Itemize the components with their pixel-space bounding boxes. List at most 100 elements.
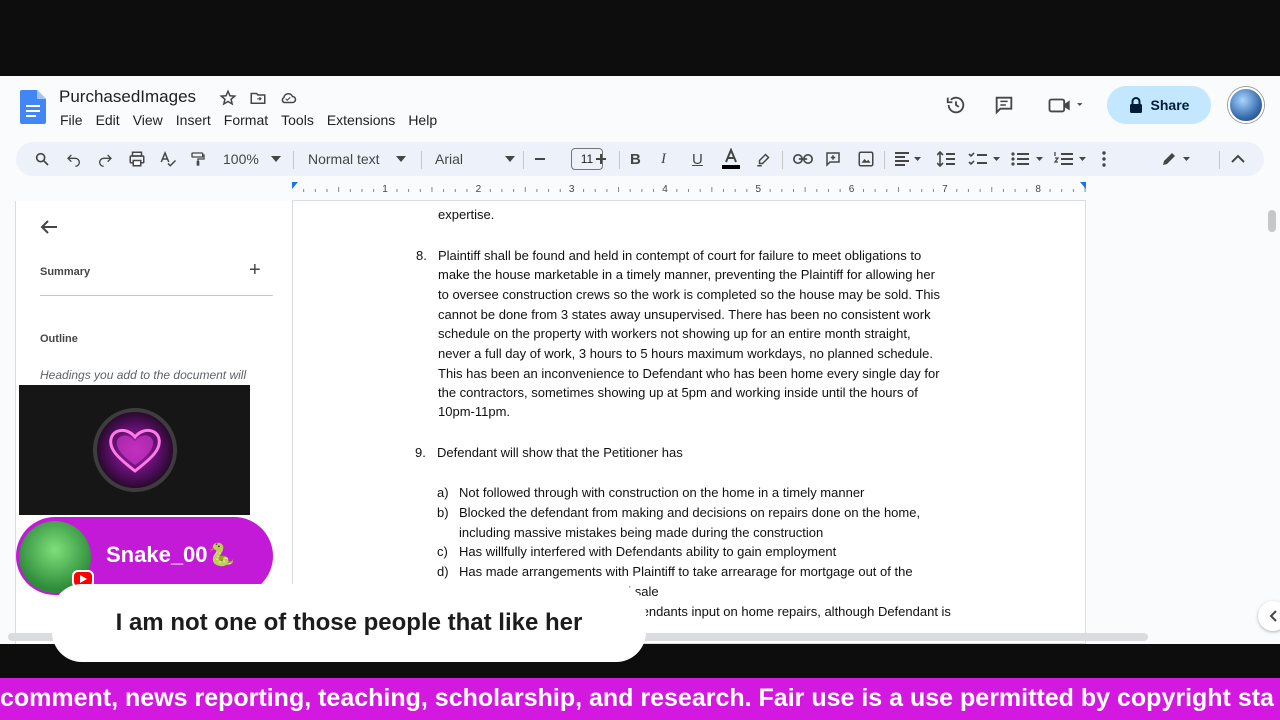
chevron-down-icon [395, 156, 406, 162]
text-line: Blocked the defendant from making and de… [459, 505, 921, 520]
chevron-down-icon [505, 156, 516, 162]
font-select[interactable]: Arial [435, 142, 516, 176]
align-icon[interactable] [894, 142, 922, 176]
cloud-saved-icon[interactable] [278, 88, 298, 108]
ticker-text: comment, news reporting, teaching, schol… [0, 684, 1274, 712]
list-number: 9. [415, 445, 426, 460]
toolbar-divider [1219, 151, 1220, 169]
font-value: Arial [435, 151, 464, 167]
redo-icon[interactable] [97, 142, 113, 176]
search-menus-icon[interactable] [34, 142, 50, 176]
more-options-icon[interactable] [1102, 142, 1106, 176]
text-line: Not followed through with construction o… [459, 485, 865, 500]
decrease-font-size-icon[interactable] [534, 142, 546, 176]
chevron-down-icon [270, 156, 281, 162]
increase-font-size-icon[interactable] [595, 142, 607, 176]
menu-file[interactable]: File [60, 112, 83, 128]
chat-username: Snake_00🐍 [106, 542, 235, 567]
text-line: Defendant will show that the Petitioner … [437, 445, 683, 460]
docs-logo-icon[interactable] [20, 90, 46, 124]
text-line: This has been an inconvenience to Defend… [438, 366, 940, 381]
ruler-number: 1 [382, 184, 388, 195]
move-folder-icon[interactable] [248, 88, 268, 108]
menu-bar: File Edit View Insert Format Tools Exten… [60, 112, 450, 128]
editing-mode-icon[interactable] [1161, 142, 1191, 176]
menu-view[interactable]: View [133, 112, 163, 128]
text-line: fendants input on home repairs, although… [638, 604, 951, 619]
toolbar-divider [619, 151, 620, 169]
outline-hint: Headings you add to the document will [40, 368, 247, 382]
italic-icon[interactable]: I [661, 142, 666, 176]
toolbar-divider [782, 151, 783, 169]
love-heart-logo [93, 408, 177, 492]
side-panel-toggle[interactable] [1258, 601, 1280, 631]
text-line: schedule on the property with workers no… [438, 326, 911, 341]
menu-format[interactable]: Format [224, 112, 268, 128]
line-spacing-icon[interactable] [937, 142, 955, 176]
heart-icon [109, 429, 161, 473]
text-line: Has made arrangements with Plaintiff to … [459, 564, 913, 579]
undo-icon[interactable] [66, 142, 82, 176]
share-label: Share [1150, 97, 1190, 113]
comments-icon[interactable] [992, 93, 1016, 117]
ruler-number: 6 [848, 184, 855, 195]
version-history-icon[interactable] [944, 93, 968, 117]
add-summary-icon[interactable]: + [249, 259, 261, 282]
chat-message-bubble: I am not one of those people that like h… [52, 584, 646, 662]
menu-edit[interactable]: Edit [96, 112, 120, 128]
bold-icon[interactable]: B [630, 142, 641, 176]
summary-heading: Summary [40, 266, 91, 278]
horizontal-ruler[interactable]: 1 2 3 4 5 6 7 8 [286, 182, 1092, 200]
text-line: cannot be done from 3 states away unsupe… [438, 307, 931, 322]
zoom-select[interactable]: 100% [223, 142, 281, 176]
left-indent-marker [286, 182, 298, 189]
share-button[interactable]: Share [1107, 86, 1211, 124]
meet-video-icon[interactable] [1044, 93, 1088, 117]
collapse-menus-icon[interactable] [1231, 142, 1245, 176]
highlight-color-icon[interactable] [755, 142, 773, 176]
style-value: Normal text [308, 151, 380, 167]
ruler-ticks [286, 182, 1092, 192]
menu-insert[interactable]: Insert [176, 112, 211, 128]
list-letter: c) [437, 544, 448, 559]
toolbar-divider [421, 151, 422, 169]
menu-extensions[interactable]: Extensions [327, 112, 395, 128]
toolbar-divider [884, 151, 885, 169]
list-letter: d) [437, 564, 449, 579]
paragraph-style-select[interactable]: Normal text [308, 142, 406, 176]
insert-link-icon[interactable] [793, 142, 813, 176]
paint-format-icon[interactable] [190, 142, 206, 176]
bulleted-list-icon[interactable] [1011, 142, 1043, 176]
toolbar-divider [523, 151, 524, 169]
account-avatar[interactable] [1228, 87, 1264, 123]
divider [40, 295, 273, 296]
black-top-bar [0, 0, 1280, 76]
add-comment-icon[interactable] [824, 142, 842, 176]
ruler-number: 3 [568, 184, 575, 195]
text-line: the contractors, sometimes showing up at… [438, 385, 918, 400]
document-page[interactable]: expertise. 8. Plaintiff shall be found a… [292, 200, 1086, 644]
ruler-number: 8 [1035, 184, 1041, 195]
text-color-icon[interactable] [721, 142, 741, 176]
list-letter: a) [437, 485, 449, 500]
text-line: to oversee construction crews so the wor… [438, 287, 940, 302]
outline-heading: Outline [40, 333, 78, 345]
spellcheck-icon[interactable] [159, 142, 177, 176]
numbered-list-icon[interactable] [1054, 142, 1086, 176]
menu-help[interactable]: Help [408, 112, 437, 128]
star-icon[interactable] [218, 88, 238, 108]
vertical-scrollbar[interactable] [1268, 210, 1276, 232]
lock-icon [1129, 97, 1142, 113]
underline-icon[interactable]: U [692, 142, 703, 176]
ruler-number: 7 [942, 184, 948, 195]
menu-tools[interactable]: Tools [281, 112, 314, 128]
ruler-number: 2 [475, 184, 482, 195]
formatting-toolbar: 100% Normal text Arial 11 B I U [16, 142, 1264, 176]
checklist-icon[interactable] [968, 142, 1000, 176]
print-icon[interactable] [128, 142, 146, 176]
document-title[interactable]: PurchasedImages [59, 87, 196, 107]
ruler-number: 5 [755, 184, 762, 195]
insert-image-icon[interactable] [857, 142, 875, 176]
back-arrow-icon[interactable] [40, 219, 58, 240]
list-number: 8. [416, 248, 427, 263]
